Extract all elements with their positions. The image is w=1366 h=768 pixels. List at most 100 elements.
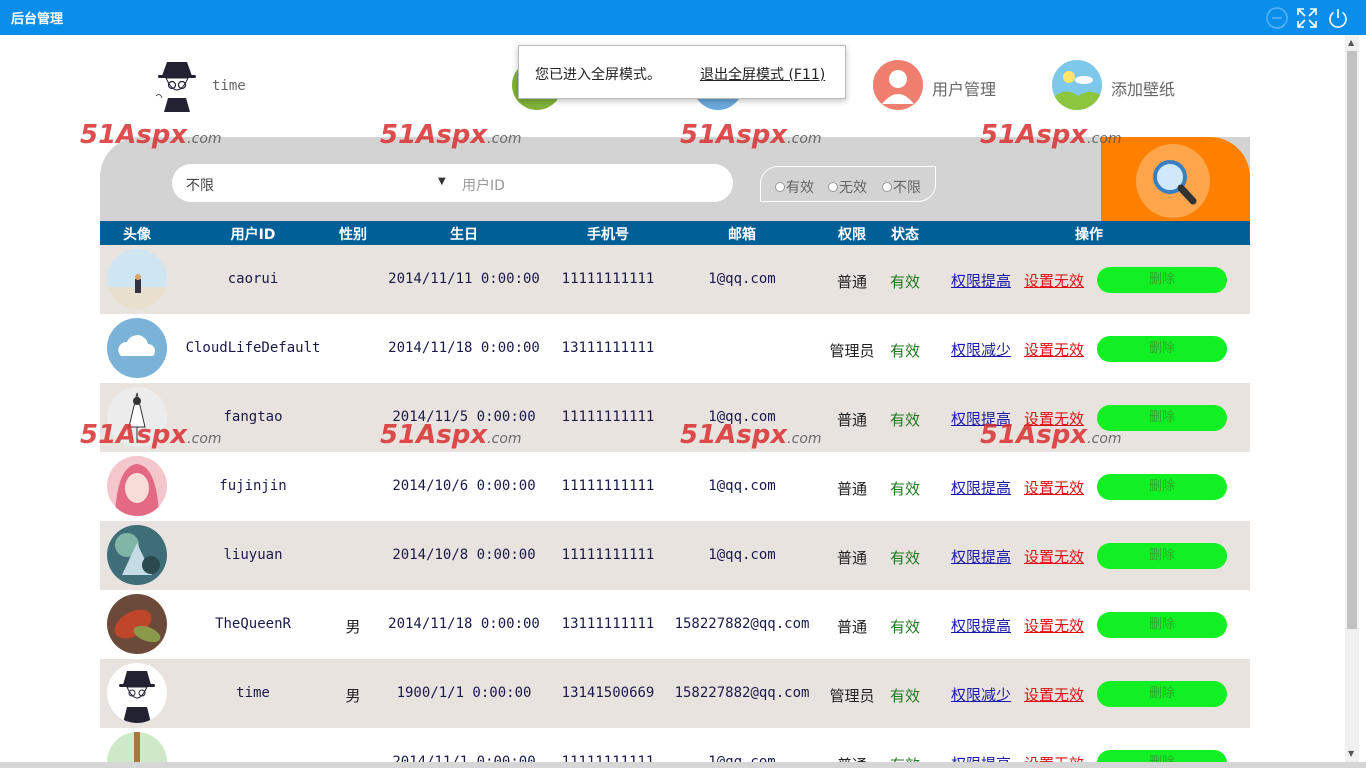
user-id-input[interactable]: 用户ID — [462, 175, 505, 195]
change-permission-link[interactable]: 权限提高 — [951, 408, 1011, 429]
filter-select[interactable]: 不限 — [186, 175, 214, 195]
search-icon — [1136, 144, 1210, 218]
fullscreen-notice: 您已进入全屏模式。 退出全屏模式 (F11) — [518, 45, 846, 99]
row-avatar — [107, 525, 167, 585]
cell-phone: 11111111111 — [561, 478, 655, 494]
exit-fullscreen-link[interactable]: 退出全屏模式 (F11) — [700, 64, 825, 84]
delete-button[interactable]: 删除 — [1097, 336, 1227, 362]
table-row: time 男 1900/1/1 0:00:00 13141500669 1582… — [100, 659, 1250, 728]
cell-email: 1@qq.com — [708, 478, 776, 494]
scroll-down-icon[interactable]: ▼ — [1348, 749, 1354, 758]
change-permission-link[interactable]: 权限减少 — [951, 684, 1011, 705]
radio-icon[interactable] — [828, 182, 838, 192]
table-row: CloudLifeDefault 2014/11/18 0:00:00 1311… — [100, 314, 1250, 383]
set-invalid-link[interactable]: 设置无效 — [1024, 684, 1084, 705]
set-invalid-link[interactable]: 设置无效 — [1024, 270, 1084, 291]
col-gender: 性别 — [339, 227, 367, 243]
col-avatar: 头像 — [123, 227, 151, 243]
col-user-id: 用户ID — [230, 227, 276, 243]
set-invalid-link[interactable]: 设置无效 — [1024, 339, 1084, 360]
cell-birthday: 2014/10/8 0:00:00 — [392, 547, 536, 563]
cell-user-id: TheQueenR — [215, 616, 291, 632]
cell-status: 有效 — [889, 687, 921, 705]
power-icon[interactable] — [1326, 6, 1350, 30]
col-actions: 操作 — [1075, 227, 1103, 243]
cell-status: 有效 — [889, 618, 921, 636]
radio-any[interactable]: 不限 — [882, 177, 921, 197]
cell-birthday: 1900/1/1 0:00:00 — [396, 685, 532, 701]
cell-phone: 11111111111 — [561, 271, 655, 287]
minimize-icon[interactable] — [1265, 6, 1289, 30]
cell-role: 普通 — [836, 549, 868, 567]
set-invalid-link[interactable]: 设置无效 — [1024, 615, 1084, 636]
cell-email: 1@qq.com — [708, 271, 776, 287]
fullscreen-icon[interactable] — [1295, 6, 1319, 30]
search-box[interactable]: 不限 ▼ 用户ID — [172, 164, 733, 202]
delete-button[interactable]: 删除 — [1097, 612, 1227, 638]
cell-role: 普通 — [836, 618, 868, 636]
cell-status: 有效 — [889, 411, 921, 429]
cell-status: 有效 — [889, 480, 921, 498]
scroll-up-icon[interactable]: ▲ — [1348, 38, 1354, 47]
row-avatar — [107, 456, 167, 516]
nav-label: 添加壁纸 — [1111, 80, 1176, 99]
radio-icon[interactable] — [882, 182, 892, 192]
table-row: TheQueenR 男 2014/11/18 0:00:00 131111111… — [100, 590, 1250, 659]
delete-button[interactable]: 删除 — [1097, 267, 1227, 293]
col-birthday: 生日 — [450, 227, 478, 243]
cell-role: 普通 — [836, 411, 868, 429]
cell-role: 普通 — [836, 480, 868, 498]
status-radio-group: 有效 无效 不限 — [760, 166, 936, 202]
cell-status: 有效 — [889, 342, 921, 360]
nav-label: 用户管理 — [932, 80, 997, 99]
col-email: 邮箱 — [728, 227, 756, 243]
delete-button[interactable]: 删除 — [1097, 681, 1227, 707]
set-invalid-link[interactable]: 设置无效 — [1024, 477, 1084, 498]
delete-button[interactable]: 删除 — [1097, 405, 1227, 431]
cell-role: 普通 — [836, 273, 868, 291]
col-status: 状态 — [891, 227, 919, 243]
cell-gender: 男 — [345, 618, 361, 636]
cell-birthday: 2014/11/5 0:00:00 — [392, 409, 536, 425]
cell-role: 管理员 — [829, 342, 875, 360]
set-invalid-link[interactable]: 设置无效 — [1024, 546, 1084, 567]
cell-user-id: CloudLifeDefault — [185, 340, 321, 356]
user-avatar — [154, 58, 200, 112]
change-permission-link[interactable]: 权限提高 — [951, 546, 1011, 567]
table-row: fujinjin 2014/10/6 0:00:00 11111111111 1… — [100, 452, 1250, 521]
radio-icon[interactable] — [775, 182, 785, 192]
cell-user-id: liuyuan — [223, 547, 283, 563]
set-invalid-link[interactable]: 设置无效 — [1024, 408, 1084, 429]
cell-email: 1@qq.com — [708, 547, 776, 563]
change-permission-link[interactable]: 权限提高 — [951, 477, 1011, 498]
radio-invalid[interactable]: 无效 — [828, 177, 867, 197]
cell-phone: 13111111111 — [561, 616, 655, 632]
delete-button[interactable]: 删除 — [1097, 474, 1227, 500]
cell-phone: 11111111111 — [561, 409, 655, 425]
change-permission-link[interactable]: 权限提高 — [951, 615, 1011, 636]
cell-status: 有效 — [889, 273, 921, 291]
window-title: 后台管理 — [11, 12, 64, 27]
row-avatar — [107, 663, 167, 723]
change-permission-link[interactable]: 权限减少 — [951, 339, 1011, 360]
vertical-scrollbar[interactable]: ▲ ▼ — [1345, 35, 1359, 762]
row-avatar — [107, 318, 167, 378]
table-header: 头像 用户ID 性别 生日 手机号 邮箱 权限 状态 操作 — [100, 221, 1250, 245]
cell-birthday: 2014/11/18 0:00:00 — [388, 340, 540, 356]
table-row: fangtao 2014/11/5 0:00:00 11111111111 1@… — [100, 383, 1250, 452]
cell-user-id: time — [236, 685, 270, 701]
radio-valid[interactable]: 有效 — [775, 177, 814, 197]
col-role: 权限 — [838, 227, 866, 243]
cell-email: 1@qq.com — [708, 409, 776, 425]
scrollbar-thumb[interactable] — [1347, 51, 1357, 629]
search-button[interactable] — [1101, 137, 1250, 221]
window-bottom-edge — [0, 762, 1366, 768]
fullscreen-message: 您已进入全屏模式。 — [535, 67, 661, 83]
delete-button[interactable]: 删除 — [1097, 543, 1227, 569]
user-icon — [873, 60, 923, 110]
chevron-down-icon[interactable]: ▼ — [438, 176, 446, 187]
cell-phone: 11111111111 — [561, 547, 655, 563]
change-permission-link[interactable]: 权限提高 — [951, 270, 1011, 291]
cell-birthday: 2014/11/11 0:00:00 — [388, 271, 540, 287]
title-bar: 后台管理 — [0, 0, 1366, 35]
